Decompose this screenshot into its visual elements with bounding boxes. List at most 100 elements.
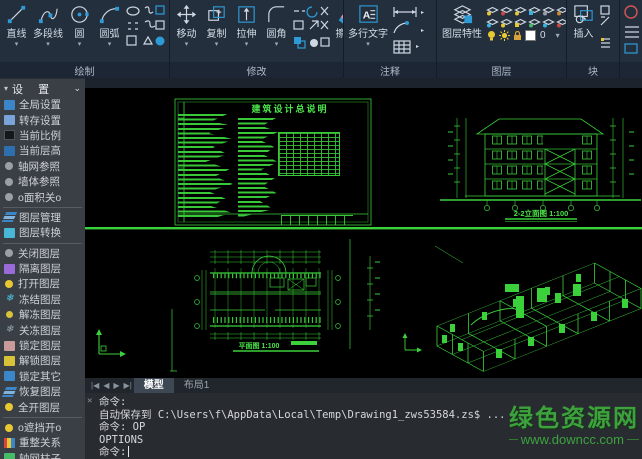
layer-isolate-icon (4, 264, 15, 274)
sidebar-item-global-settings[interactable]: 全局设置 (0, 97, 85, 112)
insert-block-button[interactable]: 插入 (569, 3, 598, 61)
layer-tools-icons[interactable]: 0 ▾ (486, 3, 567, 41)
sidebar-item-wall-reference[interactable]: 墙体参照 (0, 174, 85, 189)
collapse-icon[interactable]: ⌄ (73, 83, 81, 94)
ribbon-group-modify: 移动 ▾ 复制 ▾ 拉伸 ▾ 圆角 ▾ (170, 0, 344, 78)
first-tab-icon[interactable]: |◀ (89, 381, 101, 390)
tab-layout1[interactable]: 布局1 (174, 378, 220, 393)
wall-reference-icon (5, 178, 13, 186)
layer-restore-icon (2, 387, 17, 397)
fillet-button[interactable]: 圆角 ▾ (262, 3, 291, 61)
grid-reference-icon (5, 162, 13, 170)
properties-tools-icons[interactable] (622, 3, 642, 62)
sidebar-item-export-settings[interactable]: 转存设置 (0, 112, 85, 127)
layer-off-freeze-icon: ❄ (4, 325, 15, 335)
sidebar-item-layer-thaw[interactable]: 解冻图层 (0, 307, 85, 322)
sidebar-item-layer-off-freeze[interactable]: ❄关冻图层 (0, 322, 85, 337)
mtext-button[interactable]: A 多行文字 ▾ (346, 3, 390, 61)
modify-extra-tools-icons[interactable] (292, 3, 330, 62)
copy-label: 复制 (207, 29, 227, 41)
drawing-linework: 2-2立面图 1:100 平面图 1:100 (85, 88, 642, 378)
drawing-canvas[interactable]: 2-2立面图 1:100 平面图 1:100 建筑设计总说明 (85, 88, 642, 378)
layer-on-icon (5, 280, 13, 288)
block-extra-tools-icons[interactable] (599, 3, 613, 62)
chevron-down-icon: ▾ (78, 41, 82, 48)
sidebar-item-current-scale[interactable]: 当前比例 (0, 128, 85, 143)
group-label-draw: 绘制 (0, 62, 169, 78)
layer-all-on-icon (5, 403, 13, 411)
ribbon-group-draw: 直线 ▾ 多段线 ▾ 圆 ▾ 圆弧 ▾ (0, 0, 170, 78)
layer-list-dropdown-icon[interactable]: ▾ (556, 31, 560, 40)
polyline-button[interactable]: 多段线 ▾ (32, 3, 64, 61)
current-layer-name: 0 (540, 30, 546, 41)
sidebar-item-occlusion-toggle[interactable]: o遮挡开o (0, 420, 85, 435)
arc-icon (98, 3, 121, 29)
draw-extra-tools-icons[interactable] (125, 3, 165, 62)
divider (3, 417, 82, 418)
insert-block-label: 插入 (574, 29, 594, 41)
bulb-icon (486, 30, 497, 41)
line-button[interactable]: 直线 ▾ (2, 3, 31, 61)
chevron-down-icon: ▾ (215, 41, 219, 48)
circle-icon (68, 3, 91, 29)
erase-label: 擦除 (336, 29, 345, 41)
group-label-modify: 修改 (170, 62, 343, 78)
notes-sheet-title: 建筑设计总说明 (215, 102, 365, 115)
svg-text:A: A (362, 9, 370, 21)
rebuild-relations-icon (4, 438, 15, 448)
sun-icon (499, 30, 510, 41)
sidebar-item-lock-others[interactable]: 锁定其它 (0, 369, 85, 384)
ribbon-group-annotate: A 多行文字 ▾ 注释 (344, 0, 437, 78)
move-button[interactable]: 移动 ▾ (172, 3, 201, 61)
chevron-down-icon: ▾ (108, 41, 112, 48)
layer-properties-button[interactable]: 图层特性 (439, 3, 485, 61)
sidebar-item-layer-freeze[interactable]: ❄冻结图层 (0, 292, 85, 307)
sidebar-item-axis-column[interactable]: 轴网柱子 (0, 451, 85, 459)
area-toggle-icon (5, 193, 13, 201)
sidebar-item-layer-unlock[interactable]: 解锁图层 (0, 353, 85, 368)
floor-height-icon (4, 146, 15, 156)
circle-button[interactable]: 圆 ▾ (65, 3, 94, 61)
prev-tab-icon[interactable]: ◀ (101, 381, 111, 390)
layer-convert-icon (4, 228, 15, 238)
title-block-strip (281, 215, 353, 225)
chevron-down-icon: ▾ (275, 41, 279, 48)
sidebar-item-layer-isolate[interactable]: 隔离图层 (0, 261, 85, 276)
sidebar-item-area-toggle[interactable]: o面积关o (0, 189, 85, 204)
global-settings-icon (4, 100, 15, 110)
stretch-button[interactable]: 拉伸 ▾ (232, 3, 261, 61)
sidebar-item-layer-manage[interactable]: 图层管理 (0, 210, 85, 225)
sidebar-item-layer-off[interactable]: 关闭图层 (0, 246, 85, 261)
watermark-url: www.downcc.com (509, 432, 639, 447)
polyline-icon (37, 3, 60, 29)
next-tab-icon[interactable]: ▶ (111, 381, 121, 390)
sidebar-menu: ▾ 设 置 ⌄ 全局设置 转存设置 当前比例 当前层高 轴网参照 墙体参照 o面… (0, 78, 85, 459)
arc-button[interactable]: 圆弧 ▾ (95, 3, 124, 61)
watermark: 绿色资源网 www.downcc.com (509, 406, 639, 447)
command-input-line[interactable]: 命令: (99, 446, 642, 459)
layer-unlock-icon (4, 356, 15, 366)
sidebar-item-layer-on[interactable]: 打开图层 (0, 276, 85, 291)
tab-model[interactable]: 模型 (134, 378, 174, 393)
group-label-layer: 图层 (437, 62, 566, 78)
sidebar-item-rebuild-relations[interactable]: 重整关系 (0, 435, 85, 450)
sidebar-item-layer-convert[interactable]: 图层转换 (0, 225, 85, 240)
copy-button[interactable]: 复制 ▾ (202, 3, 231, 61)
current-scale-icon (4, 130, 15, 140)
export-settings-icon (4, 115, 15, 125)
stretch-label: 拉伸 (237, 29, 257, 41)
close-icon[interactable]: ✕ (87, 397, 92, 406)
dimension-tools-icons[interactable] (391, 3, 425, 62)
last-tab-icon[interactable]: ▶| (122, 381, 134, 390)
watermark-title: 绿色资源网 (509, 406, 639, 432)
layer-freeze-icon: ❄ (4, 294, 15, 304)
sidebar-item-layer-lock[interactable]: 锁定图层 (0, 338, 85, 353)
lock-others-icon (4, 371, 15, 381)
sidebar-item-layer-restore[interactable]: 恢复图层 (0, 384, 85, 399)
sidebar-item-layer-all-on[interactable]: 全开图层 (0, 399, 85, 414)
sidebar-item-floor-height[interactable]: 当前层高 (0, 143, 85, 158)
erase-button[interactable]: 擦除 ▾ (331, 3, 344, 61)
sidebar-header[interactable]: ▾ 设 置 ⌄ (0, 79, 85, 97)
sidebar-item-grid-reference[interactable]: 轴网参照 (0, 159, 85, 174)
ribbon-group-layer: 图层特性 (437, 0, 567, 78)
